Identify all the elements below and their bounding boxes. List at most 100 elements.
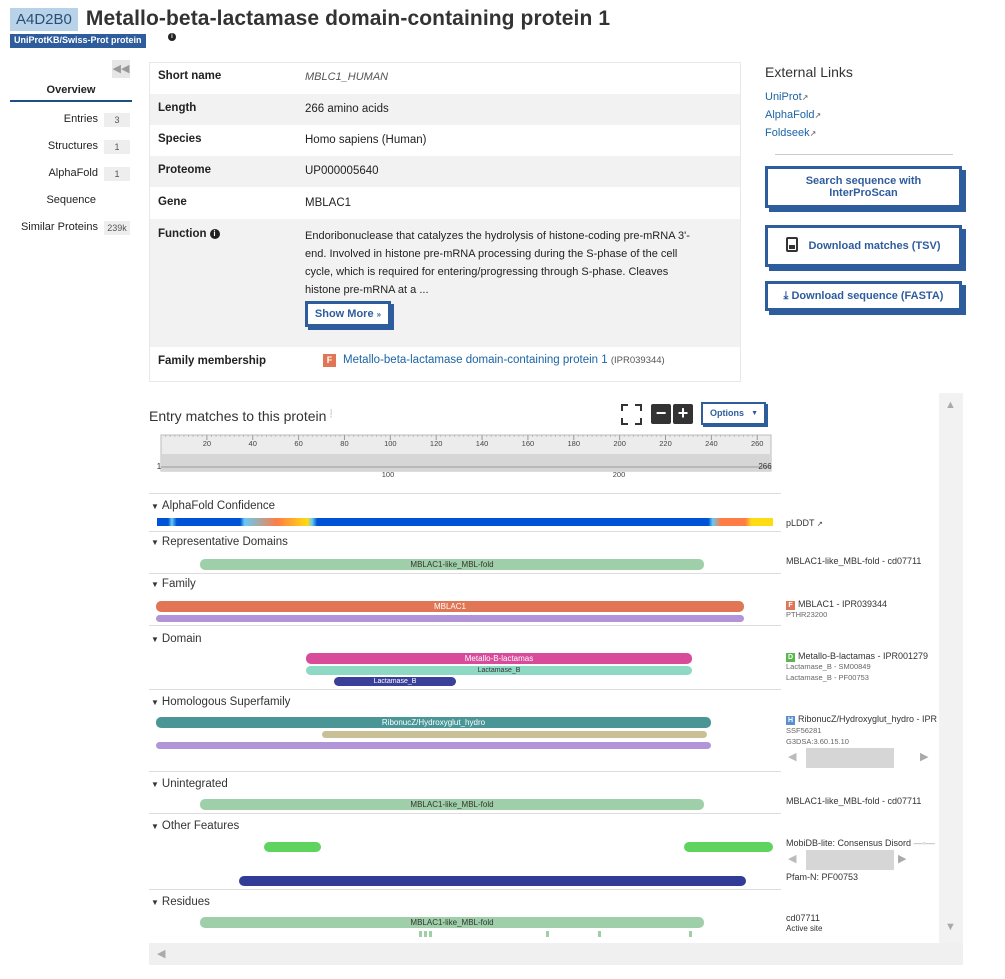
active-site-mark[interactable] <box>598 931 601 937</box>
info-icon[interactable]: ❕ <box>326 409 336 418</box>
active-site-mark[interactable] <box>424 931 427 937</box>
row-length: Length 266 amino acids <box>150 94 740 125</box>
domain-bar[interactable]: Metallo-B-lactamas <box>306 653 692 664</box>
nav-item-similar-proteins[interactable]: Similar Proteins 239k <box>10 214 132 241</box>
label-scrollbar[interactable]: ◀ ▶ <box>786 850 932 870</box>
nav-overview[interactable]: Overview <box>10 82 132 102</box>
interproscan-search-button[interactable]: Search sequence with InterProScan <box>765 166 962 208</box>
alphafold-confidence-bar[interactable] <box>157 518 773 526</box>
homologous-sublabel[interactable]: SSF56281 <box>786 726 821 735</box>
family-label[interactable]: F MBLAC1 - IPR039344 <box>786 599 887 610</box>
fullscreen-icon[interactable] <box>620 403 643 426</box>
options-dropdown[interactable]: Options ▼ <box>701 402 766 425</box>
active-site-mark[interactable] <box>689 931 692 937</box>
family-bar[interactable]: MBLAC1 <box>156 601 744 612</box>
active-site-mark[interactable] <box>419 931 422 937</box>
alphafold-link[interactable]: AlphaFold↗ <box>765 109 821 121</box>
domain-sublabel[interactable]: Lactamase_B - PF00753 <box>786 673 869 682</box>
plddt-label[interactable]: pLDDT ↗ <box>786 518 823 528</box>
scroll-left-icon: ◀ <box>788 751 797 763</box>
nav-item-count: 239k <box>104 221 130 235</box>
track-toggle[interactable]: ▼ Residues <box>151 896 210 908</box>
nav-item-label: Sequence <box>46 194 96 206</box>
homologous-label[interactable]: H RibonucZ/Hydroxyglut_hydro - IPR <box>786 714 937 725</box>
overview-tick: 200 <box>613 470 626 479</box>
unintegrated-bar[interactable]: MBLAC1-like_MBL-fold <box>200 799 704 810</box>
collapse-sidebar-icon[interactable]: ◀◀ <box>112 60 130 78</box>
family-link[interactable]: Metallo-beta-lactamase domain-containing… <box>343 354 608 366</box>
nav-item-sequence[interactable]: Sequence <box>10 187 132 214</box>
residues-bar[interactable]: MBLAC1-like_MBL-fold <box>200 917 704 928</box>
slider-handle-icon: —◦— <box>913 838 935 848</box>
show-more-button[interactable]: Show More » <box>305 301 391 327</box>
track-toggle[interactable]: ▼ Domain <box>151 633 202 645</box>
external-link-icon: ↗ <box>809 129 817 138</box>
row-family: Family membership F Metallo-beta-lactamas… <box>150 347 740 381</box>
vertical-scrollbar[interactable]: ▲ ▼ <box>939 393 963 943</box>
proteome-link[interactable]: UP000005640 <box>305 165 379 177</box>
gene-value: MBLAC1 <box>305 197 352 209</box>
entry-matches-title: Entry matches to this protein❕ <box>149 408 337 424</box>
label-scrollbar[interactable]: ◀ ▶ <box>786 748 932 768</box>
track-toggle[interactable]: ▼ Family <box>151 578 196 590</box>
reviewed-badge[interactable]: UniProtKB/Swiss-Prot protein <box>10 34 146 48</box>
domain-bar[interactable]: Lactamase_B <box>306 666 692 675</box>
scroll-right-icon: ▶ <box>920 751 929 763</box>
track-toggle[interactable]: ▼ Other Features <box>151 820 239 832</box>
scroll-down-icon[interactable]: ▼ <box>945 921 956 933</box>
scroll-right-icon: ▶ <box>898 853 907 865</box>
caret-down-icon: ▼ <box>151 822 159 831</box>
family-sublabel[interactable]: PTHR23200 <box>786 610 827 619</box>
domain-sublabel[interactable]: Lactamase_B - SM00849 <box>786 662 871 671</box>
ruler-tick-label: 120 <box>430 439 443 448</box>
active-site-mark[interactable] <box>546 931 549 937</box>
horizontal-scrollbar[interactable]: ◀ <box>149 943 963 965</box>
homologous-subbar[interactable] <box>322 731 707 738</box>
homologous-bar[interactable]: RibonucZ/Hydroxyglut_hydro <box>156 717 711 728</box>
nav-item-entries[interactable]: Entries 3 <box>10 106 132 133</box>
track-toggle[interactable]: ▼ Unintegrated <box>151 778 228 790</box>
sequence-ruler[interactable]: 20 40 60 80 100 120 140 160 180 200 220 240 260 1 26… <box>149 430 781 490</box>
species-link[interactable]: Homo sapiens (Human) <box>305 134 426 146</box>
representative-label[interactable]: MBLAC1-like_MBL-fold - cd07711 <box>786 556 921 566</box>
info-icon[interactable]: i <box>209 229 220 239</box>
representative-domain-bar[interactable]: MBLAC1-like_MBL-fold <box>200 559 704 570</box>
active-site-mark[interactable] <box>429 931 432 937</box>
mobidb-disorder-bar[interactable] <box>264 842 321 852</box>
residues-sublabel[interactable]: Active site <box>786 924 822 933</box>
unintegrated-label[interactable]: MBLAC1-like_MBL-fold - cd07711 <box>786 796 921 806</box>
row-label: Species <box>158 133 202 145</box>
ruler-tick-label: 20 <box>203 439 211 448</box>
track-toggle[interactable]: ▼ Homologous Superfamily <box>151 696 290 708</box>
nav-item-structures[interactable]: Structures 1 <box>10 133 132 160</box>
nav-item-count: 1 <box>104 167 130 181</box>
domain-label[interactable]: D Metallo-B-lactamas - IPR001279 <box>786 651 928 662</box>
download-sequence-fasta-button[interactable]: ⤓ Download sequence (FASTA) <box>765 281 962 311</box>
page-title: Metallo-beta-lactamase domain-containing… <box>85 7 611 30</box>
scroll-left-icon[interactable]: ◀ <box>157 947 165 960</box>
homologous-subbar[interactable] <box>156 742 711 749</box>
family-subbar[interactable] <box>156 615 744 622</box>
info-icon[interactable]: i <box>168 33 176 41</box>
pfam-n-bar[interactable] <box>239 876 746 886</box>
zoom-out-icon[interactable]: − <box>651 404 671 424</box>
track-toggle[interactable]: ▼ AlphaFold Confidence <box>151 500 275 512</box>
uniprot-link[interactable]: UniProt↗ <box>765 91 808 103</box>
mobidb-label[interactable]: MobiDB-lite: Consensus Disord —◦— <box>786 838 935 848</box>
download-matches-tsv-button[interactable]: Download matches (TSV) <box>765 225 962 267</box>
length-link[interactable]: 266 amino acids <box>305 103 389 115</box>
homologous-sublabel[interactable]: G3DSA:3.60.15.10 <box>786 737 849 746</box>
pfam-n-label[interactable]: Pfam-N: PF00753 <box>786 872 858 882</box>
row-label: Length <box>158 102 197 114</box>
short-name-value: MBLC1_HUMAN <box>305 71 389 83</box>
nav-item-alphafold[interactable]: AlphaFold 1 <box>10 160 132 187</box>
scroll-up-icon[interactable]: ▲ <box>945 399 956 411</box>
family-id: (IPR039344) <box>610 355 665 366</box>
track-toggle[interactable]: ▼ Representative Domains <box>151 536 288 548</box>
foldseek-link[interactable]: Foldseek↗ <box>765 127 816 139</box>
residues-label[interactable]: cd07711 <box>786 913 820 923</box>
row-species: Species Homo sapiens (Human) <box>150 125 740 156</box>
domain-bar[interactable]: Lactamase_B <box>334 677 456 686</box>
zoom-in-icon[interactable]: + <box>673 404 693 424</box>
mobidb-disorder-bar[interactable] <box>684 842 773 852</box>
